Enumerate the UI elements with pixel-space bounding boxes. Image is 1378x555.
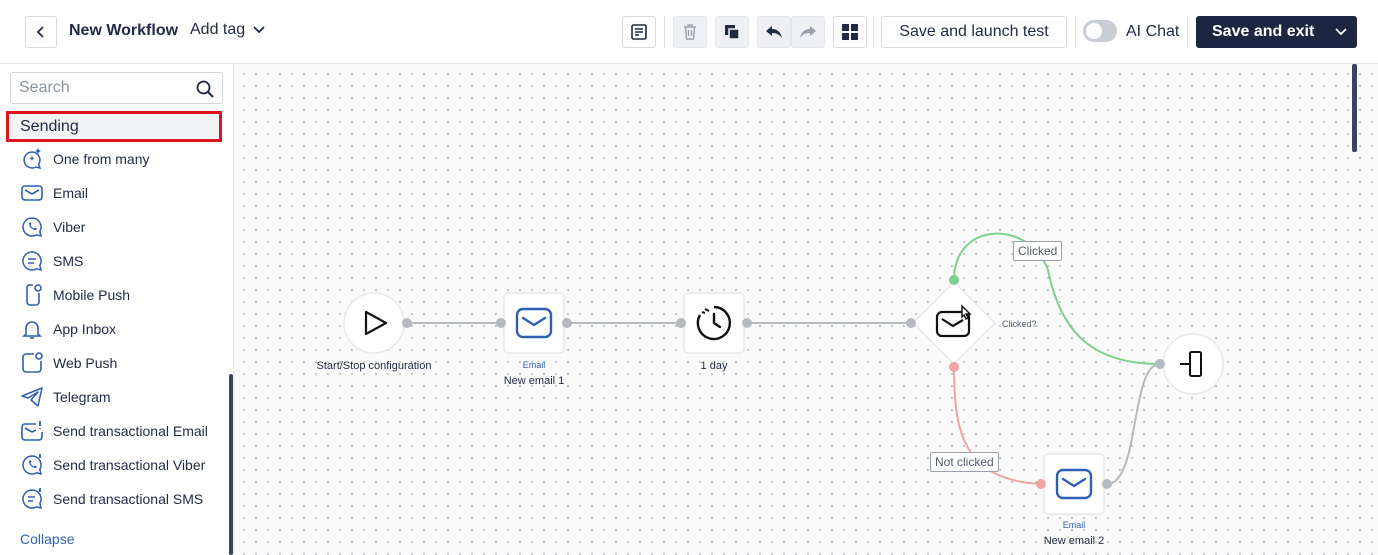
start-node-label: Start/Stop configuration <box>316 360 432 372</box>
start-node[interactable] <box>343 292 405 354</box>
not-clicked-branch-tag[interactable]: Not clicked <box>930 452 999 472</box>
port-dot <box>1102 479 1112 489</box>
port-dot-not-clicked <box>949 362 959 372</box>
email-node-2-type: Email <box>1062 520 1086 530</box>
port-dot <box>496 318 506 328</box>
port-dot <box>906 318 916 328</box>
port-dot <box>676 318 686 328</box>
port-dot <box>562 318 572 328</box>
email-node-1[interactable] <box>503 292 565 354</box>
condition-node-label: Clicked? <box>1002 319 1037 329</box>
port-dot <box>742 318 752 328</box>
edge-email2-exit <box>1106 363 1161 485</box>
exit-node[interactable] <box>1162 333 1224 395</box>
delay-node-label: 1 day <box>700 360 728 372</box>
port-dot-clicked <box>949 275 959 285</box>
email-node-1-label: New email 1 <box>503 375 565 387</box>
condition-node[interactable] <box>911 280 997 366</box>
port-dot <box>1155 359 1165 369</box>
port-dot <box>402 318 412 328</box>
clicked-branch-tag[interactable]: Clicked <box>1013 241 1063 261</box>
email-node-2[interactable] <box>1043 453 1105 515</box>
workflow-diagram <box>343 232 1224 515</box>
port-dot-not-clicked <box>1036 479 1046 489</box>
email-node-1-type: Email <box>522 360 546 370</box>
delay-node[interactable] <box>683 292 745 354</box>
email-node-2-label: New email 2 <box>1043 535 1105 547</box>
